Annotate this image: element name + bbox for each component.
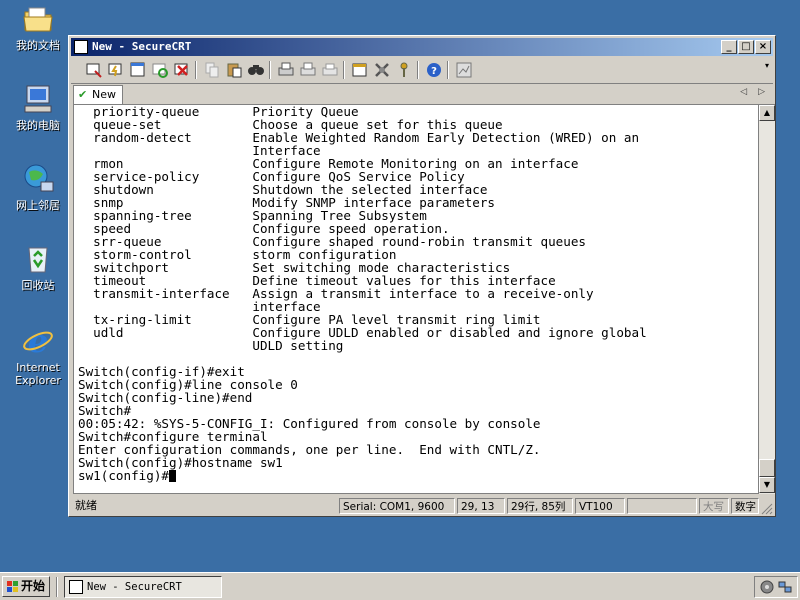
network-icon [21,162,55,196]
toolbar-separator [343,61,345,79]
desktop-icon-label: 网上邻居 [16,199,60,212]
disconnect-icon[interactable] [173,61,191,79]
resize-grip-icon[interactable] [761,503,773,515]
global-options-icon[interactable] [373,61,391,79]
find-icon[interactable] [247,61,265,79]
desktop-icon-network[interactable]: 网上邻居 [4,162,72,212]
taskbar-button-label: New - SecureCRT [87,581,182,593]
reconnect-icon[interactable] [151,61,169,79]
desktop-icon-label: 我的文档 [16,39,60,52]
desktop-icon-my-computer[interactable]: 我的电脑 [4,82,72,132]
scroll-up-icon[interactable]: ▲ [759,105,775,121]
tab-scroll-left-icon[interactable]: ◁ [740,87,747,97]
key-icon[interactable] [395,61,413,79]
start-button[interactable]: 开始 [2,576,50,597]
connect-tab-icon[interactable] [129,61,147,79]
terminal-output: priority-queue Priority Queue queue-set … [74,105,758,482]
vertical-scrollbar[interactable]: ▲ ▼ [759,104,775,494]
recycle-bin-icon [21,242,55,276]
desktop-icon-label: 回收站 [21,279,55,292]
status-ready: 就绪 [75,499,97,512]
copy-icon[interactable] [203,61,221,79]
status-empty-field [627,498,697,514]
folder-icon [21,2,55,36]
svg-text:e: e [28,324,48,358]
connect-icon[interactable] [85,61,103,79]
taskbar-separator [56,577,58,597]
start-label: 开始 [21,579,46,593]
desktop-icon-my-documents[interactable]: 我的文档 [4,2,72,52]
terminal-prompt: sw1(config)# [78,468,169,483]
script-icon[interactable] [455,61,473,79]
print-icon[interactable] [277,61,295,79]
quick-connect-icon[interactable] [107,61,125,79]
toolbar-separator [417,61,419,79]
desktop-icon-label: Internet Explorer [15,361,61,387]
help-icon[interactable]: ? [425,61,443,79]
taskbar: 开始 New - SecureCRT [0,572,800,600]
window-title: New - SecureCRT [92,40,192,53]
status-caps-lock: 大写 [699,498,729,514]
minimize-button[interactable]: _ [721,40,737,54]
terminal-line: UDLD setting [252,338,344,353]
check-icon: ✔ [78,88,88,101]
securecrt-window: New - SecureCRT _ □ × ? ▾ ✔ New ◁ ▷ prio… [68,35,776,517]
status-bar: 就绪 Serial: COM1, 9600 29, 13 29行, 85列 VT… [71,497,773,515]
tab-new[interactable]: ✔ New [73,85,123,104]
status-emulation: VT100 [575,498,625,514]
tray-connection-icon[interactable] [777,579,793,595]
terminal-cursor [169,470,176,482]
status-rows-cols: 29行, 85列 [507,498,573,514]
title-bar[interactable]: New - SecureCRT _ □ × [71,38,773,56]
toolbar: ? ▾ [71,57,773,84]
toolbar-separator [447,61,449,79]
terminal-screen[interactable]: priority-queue Priority Queue queue-set … [73,104,759,494]
print-selection-icon[interactable] [299,61,317,79]
windows-logo-icon [7,581,18,592]
toolbar-chevron-icon[interactable]: ▾ [765,61,769,70]
status-cursor-position: 29, 13 [457,498,505,514]
tab-scroll-right-icon[interactable]: ▷ [758,87,765,97]
system-tray [754,576,798,598]
session-tabs: ✔ New ◁ ▷ [71,84,773,104]
scroll-thumb[interactable] [759,459,775,477]
close-button[interactable]: × [755,40,771,54]
svg-text:?: ? [431,66,437,77]
print-setup-icon[interactable] [321,61,339,79]
paste-icon[interactable] [225,61,243,79]
toolbar-separator [269,61,271,79]
ie-icon: e [21,322,55,360]
status-connection: Serial: COM1, 9600 [339,498,455,514]
tray-network-icon[interactable] [759,579,775,595]
session-options-icon[interactable] [351,61,369,79]
maximize-button[interactable]: □ [738,40,754,54]
toolbar-separator [195,61,197,79]
status-num-lock: 数字 [731,498,759,514]
tab-label: New [92,88,116,101]
app-icon [69,580,83,594]
app-icon [74,40,88,54]
computer-icon [21,82,55,116]
desktop-icon-internet-explorer[interactable]: e Internet Explorer [4,322,72,387]
taskbar-securecrt-button[interactable]: New - SecureCRT [64,576,222,598]
desktop-icon-recycle-bin[interactable]: 回收站 [4,242,72,292]
scroll-down-icon[interactable]: ▼ [759,477,775,493]
desktop-icon-label: 我的电脑 [16,119,60,132]
